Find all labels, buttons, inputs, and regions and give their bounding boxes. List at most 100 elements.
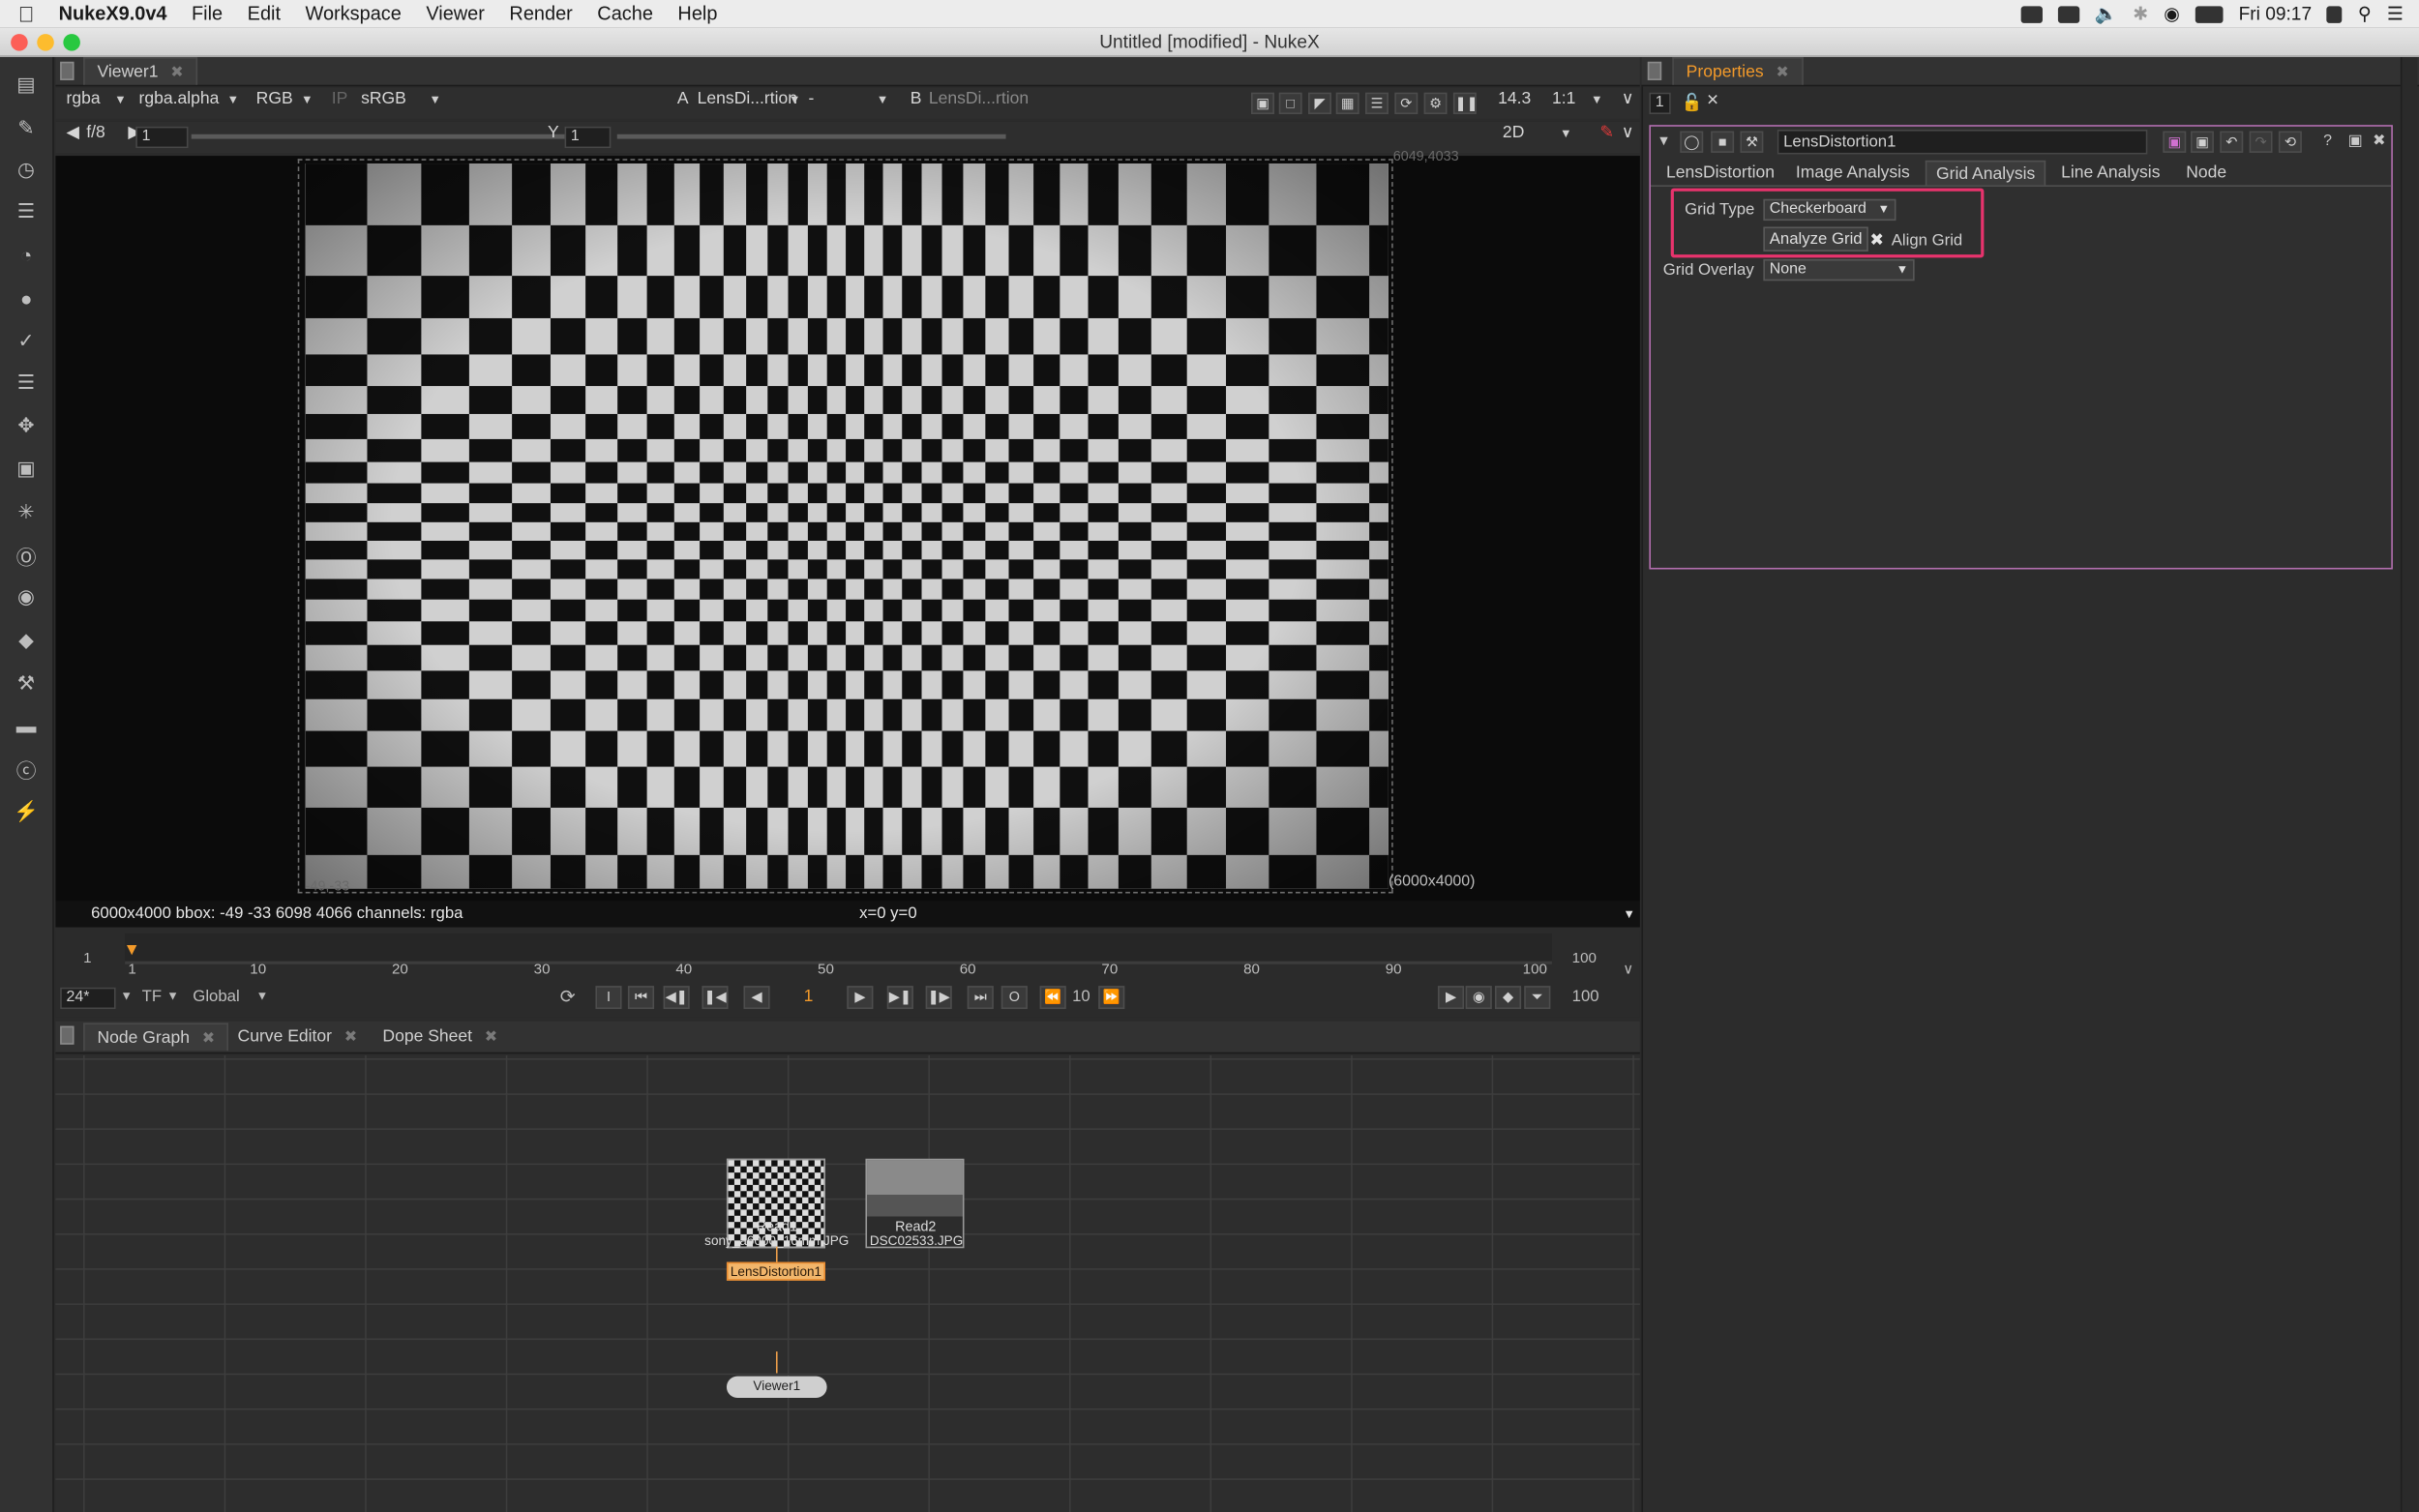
expand-toolbar-icon[interactable]: ∨: [1617, 122, 1635, 145]
prev-frame-icon[interactable]: ❚◀: [702, 986, 729, 1010]
last-frame-icon[interactable]: ⏭: [967, 986, 994, 1010]
clear-panels-icon[interactable]: ✕: [1706, 93, 1718, 110]
close-panel-icon[interactable]: ✖: [2373, 133, 2385, 150]
viewer1-node[interactable]: Viewer1: [726, 1376, 827, 1398]
menu-viewer[interactable]: Viewer: [414, 3, 497, 24]
wifi-icon[interactable]: ◉: [2164, 3, 2180, 24]
close-tab-icon[interactable]: ✖: [170, 65, 183, 82]
max-panels-field[interactable]: 1: [1649, 92, 1671, 115]
cache-icon[interactable]: ⏷: [1524, 986, 1551, 1010]
frame-step-field[interactable]: 10: [1072, 988, 1090, 1006]
plugins-icon[interactable]: ⚡: [11, 798, 42, 826]
ptab-lensdistortion[interactable]: LensDistortion: [1657, 161, 1783, 186]
close-tab-icon[interactable]: ✖: [344, 1029, 357, 1047]
record-icon[interactable]: ◉: [1465, 986, 1492, 1010]
grid-overlay-dropdown[interactable]: None ▼: [1763, 258, 1915, 282]
other-nodes-icon[interactable]: ▬: [11, 711, 42, 739]
stack-icon[interactable]: ☰: [1365, 92, 1389, 115]
chevron-down-icon[interactable]: ▼: [256, 989, 269, 1002]
creative-cloud-icon[interactable]: [2019, 5, 2043, 23]
revert-icon[interactable]: ⟲: [2278, 131, 2302, 153]
node-graph-canvas[interactable]: [55, 1054, 1640, 1512]
panel-grip-icon[interactable]: [1647, 61, 1662, 80]
volume-icon[interactable]: 🔈: [2095, 3, 2118, 24]
collapse-icon[interactable]: ▼: [1657, 133, 1670, 148]
panel-grip-icon[interactable]: [60, 1025, 75, 1045]
user-icon[interactable]: [2327, 5, 2343, 23]
display-channels-dropdown[interactable]: RGB ▼: [252, 88, 316, 111]
close-tab-icon[interactable]: ✖: [485, 1029, 497, 1047]
next-frame-icon[interactable]: ▶❚: [886, 986, 913, 1010]
gain-slider[interactable]: [191, 133, 593, 139]
expand-timeline-icon[interactable]: ∨: [1623, 962, 1633, 979]
flux-icon[interactable]: [2057, 5, 2079, 23]
channels-dropdown[interactable]: rgba ▼: [62, 88, 130, 111]
step-back-icon[interactable]: ⏪: [1039, 986, 1066, 1010]
tab-curve-editor[interactable]: Curve Editor ✖: [225, 1023, 370, 1051]
expand-toolbar-icon[interactable]: ∨: [1617, 88, 1635, 111]
ptab-line-analysis[interactable]: Line Analysis: [2052, 161, 2170, 186]
menu-help[interactable]: Help: [666, 3, 731, 24]
furnace-nodes-icon[interactable]: ⓒ: [11, 755, 42, 783]
refresh-icon[interactable]: ⟳: [1394, 92, 1419, 115]
close-window-icon[interactable]: [11, 34, 28, 51]
wipe-icon[interactable]: ◤: [1308, 92, 1331, 115]
node-color-icon[interactable]: ■: [1711, 131, 1735, 153]
menu-cache[interactable]: Cache: [585, 3, 666, 24]
metadata-nodes-icon[interactable]: ◆: [11, 627, 42, 655]
toolsets-icon[interactable]: ⚒: [11, 669, 42, 697]
play-backward-icon[interactable]: ◀: [743, 986, 770, 1010]
redo-icon[interactable]: ↷: [2249, 131, 2273, 153]
paint-icon[interactable]: ✎: [1596, 122, 1614, 145]
views-nodes-icon[interactable]: ◉: [11, 583, 42, 611]
tab-viewer1[interactable]: Viewer1 ✖: [83, 57, 197, 85]
lock-icon[interactable]: ◆: [1494, 986, 1522, 1010]
knob-color-icon[interactable]: ▣: [2163, 131, 2187, 153]
node-tools-icon[interactable]: ⚒: [1740, 131, 1764, 153]
lensdistortion-node[interactable]: LensDistortion1: [726, 1261, 825, 1281]
lock-panels-icon[interactable]: 🔓: [1682, 93, 1703, 112]
transform-nodes-icon[interactable]: ✥: [11, 412, 42, 440]
close-tab-icon[interactable]: ✖: [1776, 65, 1788, 82]
spotlight-icon[interactable]: ⚲: [2358, 3, 2372, 24]
gamma-field[interactable]: 1: [564, 126, 612, 149]
tab-node-graph[interactable]: Node Graph ✖: [83, 1023, 229, 1052]
infobar-dropdown-icon[interactable]: ▼: [1623, 901, 1635, 927]
chevron-down-icon[interactable]: ▼: [120, 989, 133, 1002]
overlay-icon[interactable]: ▦: [1335, 92, 1359, 115]
draw-nodes-icon[interactable]: ✎: [11, 114, 42, 142]
ptab-grid-analysis[interactable]: Grid Analysis: [1925, 160, 2046, 186]
menu-render[interactable]: Render: [497, 3, 585, 24]
deep-nodes-icon[interactable]: Ⓞ: [11, 542, 42, 570]
fstop-right-arrow-icon[interactable]: ▶: [124, 122, 141, 145]
merge-nodes-icon[interactable]: ☰: [11, 369, 42, 397]
gpu-icon[interactable]: ⚙: [1423, 92, 1448, 115]
app-menu[interactable]: NukeX9.0v4: [52, 3, 179, 24]
in-point-button[interactable]: I: [595, 986, 622, 1010]
frame-slider[interactable]: [125, 933, 1552, 964]
menu-workspace[interactable]: Workspace: [293, 3, 414, 24]
pause-icon[interactable]: ❚❚: [1452, 92, 1478, 115]
ptab-node[interactable]: Node: [2177, 161, 2236, 186]
out-point-button[interactable]: O: [1000, 986, 1028, 1010]
fps-field[interactable]: 24*: [60, 987, 116, 1010]
compare-mode-dropdown[interactable]: - ▼: [804, 88, 892, 111]
next-keyframe-icon[interactable]: ❚▶: [925, 986, 952, 1010]
menu-edit[interactable]: Edit: [235, 3, 293, 24]
current-frame-field[interactable]: 1: [804, 988, 814, 1006]
end-frame-field[interactable]: 100: [1572, 988, 1599, 1006]
lut-dropdown[interactable]: sRGB ▼: [356, 88, 444, 111]
play-forward-icon[interactable]: ▶: [847, 986, 874, 1010]
keyer-nodes-icon[interactable]: ✓: [11, 327, 42, 355]
battery-icon[interactable]: [2195, 5, 2224, 23]
playhead-marker[interactable]: ▼: [124, 941, 140, 960]
properties-scrollbar[interactable]: [2400, 57, 2418, 1512]
image-nodes-icon[interactable]: ▤: [11, 71, 42, 99]
scope-dropdown[interactable]: Global: [193, 988, 239, 1006]
ip-toggle[interactable]: IP: [327, 88, 350, 111]
gamma-slider[interactable]: [616, 133, 1006, 139]
proxy-ratio-dropdown[interactable]: 1:1 ▼: [1547, 88, 1606, 111]
zoom-window-icon[interactable]: [63, 34, 80, 51]
bluetooth-icon[interactable]: ✱: [2133, 3, 2148, 24]
prev-keyframe-icon[interactable]: ◀❚: [663, 986, 690, 1010]
